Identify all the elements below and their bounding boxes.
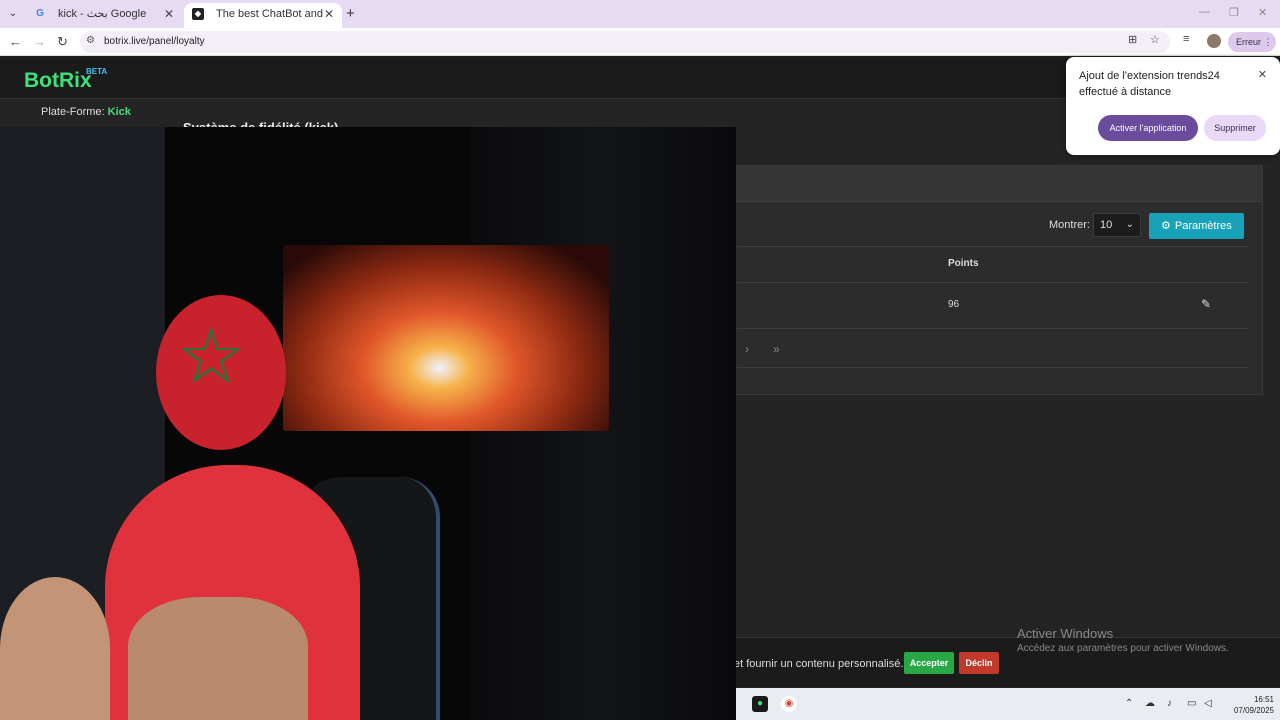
chrome-icon[interactable]: ◉ <box>781 696 797 712</box>
cookie-text: et fournir un contenu personnalisé. <box>734 658 904 670</box>
address-bar[interactable]: ⚙ botrix.live/panel/loyalty <box>80 31 1170 53</box>
chevron-down-icon: ⌄ <box>1125 219 1134 230</box>
row-divider <box>737 282 1249 283</box>
column-header-points[interactable]: Points <box>948 258 979 269</box>
clock-time: 16:51 <box>1253 695 1274 704</box>
settings-button[interactable]: ⚙ Paramètres <box>1149 213 1244 239</box>
accept-button[interactable]: Accepter <box>904 652 954 674</box>
minimize-icon[interactable]: — <box>1199 6 1210 18</box>
taskbar-clock[interactable]: 16:51 07/09/2025 <box>1222 694 1274 716</box>
url-text[interactable]: botrix.live/panel/loyalty <box>104 36 205 47</box>
table-bottom-divider <box>737 367 1249 368</box>
platform-value: Kick <box>107 106 131 118</box>
webcam-overlay: ☆ <box>0 127 736 720</box>
tray-chevron-up-icon[interactable]: ⌃ <box>1125 698 1133 709</box>
page-size-value: 10 <box>1100 219 1113 231</box>
beta-badge: BETA <box>86 67 108 76</box>
error-label: Erreur <box>1236 37 1262 47</box>
gears-icon: ⚙ <box>1161 220 1171 232</box>
page-size-select[interactable]: 10 ⌄ <box>1093 213 1141 237</box>
webcam-person-face <box>128 597 308 720</box>
back-icon[interactable]: ← <box>9 34 22 49</box>
media-controls-icon[interactable]: ≡ <box>1183 33 1189 45</box>
table-cell-points: 96 <box>948 299 960 310</box>
kick-app-icon[interactable]: ● <box>752 696 768 712</box>
extension-message: Ajout de l'extension trends24 effectué à… <box>1079 70 1220 98</box>
profile-avatar[interactable] <box>1207 34 1221 48</box>
tab-botrix[interactable]: ◆ The best ChatBot and Widgets ✕ <box>184 3 342 28</box>
close-icon[interactable]: ✕ <box>1258 68 1267 81</box>
reload-icon[interactable]: ↻ <box>57 34 68 50</box>
bookmark-star-icon[interactable]: ☆ <box>1150 33 1160 46</box>
browser-tabstrip: ⌄ G kick - بحث Google ✕ ◆ The best ChatB… <box>0 0 1280 28</box>
webcam-flag-star-icon: ☆ <box>176 312 246 400</box>
panel-header <box>721 166 1262 202</box>
translate-icon[interactable]: ⊞ <box>1128 33 1137 46</box>
display-icon[interactable]: ▭ <box>1187 698 1196 709</box>
browser-toolbar: ← → ↻ ⚙ botrix.live/panel/loyalty ⊞ ☆ ≡ … <box>0 28 1280 56</box>
google-icon: G <box>36 8 44 19</box>
tab-search-chevron-icon[interactable]: ⌄ <box>4 5 22 23</box>
settings-label: Paramètres <box>1174 220 1232 232</box>
platform-label: Plate-Forme: <box>41 106 105 118</box>
decline-button[interactable]: Déclin <box>959 652 999 674</box>
header-divider <box>737 246 1249 247</box>
windows-activation-title: Activer Windows <box>1017 626 1114 641</box>
activate-app-button[interactable]: Activer l'application <box>1098 115 1198 141</box>
next-page-icon[interactable]: › <box>745 342 749 356</box>
last-page-icon[interactable]: » <box>773 342 780 356</box>
platform-indicator: Plate-Forme: Kick <box>41 106 131 118</box>
tab-title: kick - بحث Google <box>58 8 147 20</box>
botrix-logo[interactable]: BotRix <box>24 69 92 93</box>
edit-pencil-icon[interactable]: ✎ <box>1201 297 1211 311</box>
clock-date: 07/09/2025 <box>1233 706 1274 715</box>
error-menu-button[interactable]: Erreur ⋮ <box>1228 32 1276 52</box>
volume-icon[interactable]: ◁ <box>1204 698 1212 709</box>
webcam-person-hand <box>0 577 110 720</box>
tab-google[interactable]: G kick - بحث Google ✕ <box>26 3 182 28</box>
show-label: Montrer: <box>1049 219 1090 231</box>
windows-activation-subtitle: Accédez aux paramètres pour activer Wind… <box>1017 643 1229 654</box>
row-divider <box>737 328 1249 329</box>
loyalty-table-panel: Montrer: 10 ⌄ ⚙ Paramètres Points 96 ✎ › … <box>720 165 1263 395</box>
restore-icon[interactable]: ❐ <box>1229 6 1239 19</box>
site-info-icon[interactable]: ⚙ <box>86 35 95 46</box>
tab-title: The best ChatBot and Widgets <box>216 8 326 20</box>
forward-icon[interactable]: → <box>33 34 46 49</box>
close-icon[interactable]: ✕ <box>164 3 174 25</box>
botrix-icon: ◆ <box>192 8 204 20</box>
new-tab-icon[interactable]: + <box>346 5 355 22</box>
close-icon[interactable]: ✕ <box>324 3 334 25</box>
microphone-icon[interactable]: ♪ <box>1167 698 1172 709</box>
webcam-tv-screen <box>283 245 609 431</box>
window-close-icon[interactable]: ✕ <box>1258 6 1267 19</box>
network-icon[interactable]: ☁ <box>1145 698 1155 709</box>
remove-button[interactable]: Supprimer <box>1204 115 1266 141</box>
extension-popup: Ajout de l'extension trends24 effectué à… <box>1066 57 1280 155</box>
